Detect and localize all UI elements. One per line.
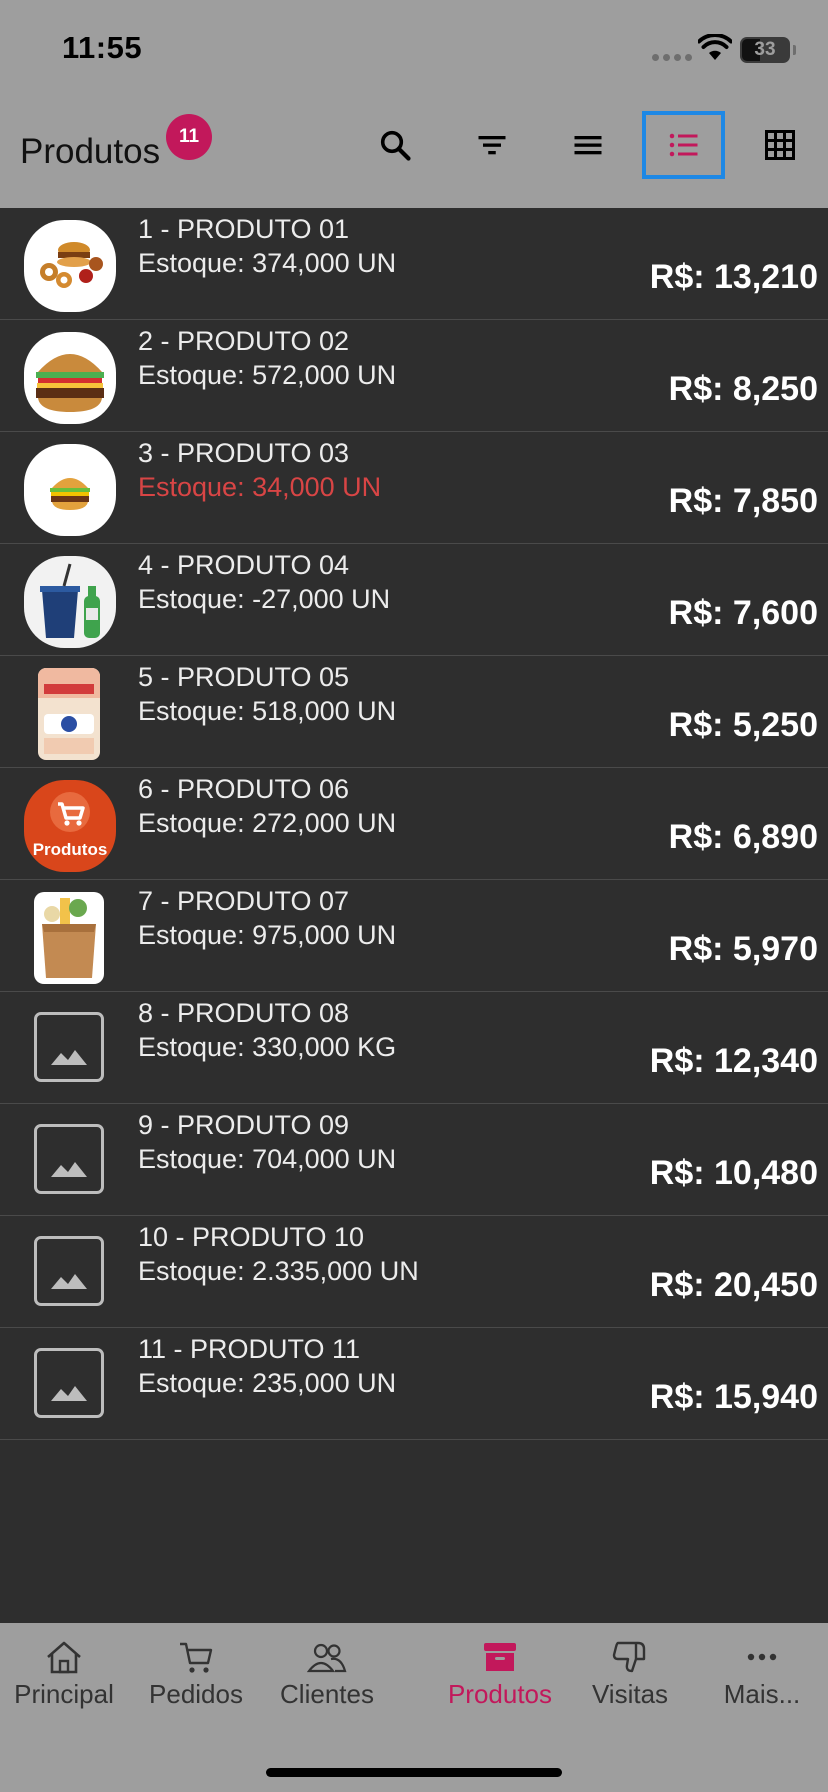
product-title: 3 - PRODUTO 03	[138, 438, 350, 468]
menu-icon	[574, 136, 602, 155]
home-icon	[47, 1641, 81, 1674]
product-row[interactable]: 9 - PRODUTO 09 Estoque: 704,000 UN R$: 1…	[0, 1104, 828, 1216]
bottom-navigation: Principal Pedidos Clientes Produtos Visi…	[0, 1623, 828, 1792]
product-stock: Estoque: 975,000 UN	[138, 920, 397, 950]
combo-meal-image	[24, 220, 116, 312]
app-bar: Produtos 11	[0, 96, 828, 208]
product-count-badge: 11	[166, 114, 212, 160]
product-title: 7 - PRODUTO 07	[138, 886, 350, 916]
product-title: 6 - PRODUTO 06	[138, 774, 350, 804]
drinks-image	[24, 556, 116, 648]
product-stock: Estoque: 704,000 UN	[138, 1144, 397, 1174]
product-stock: Estoque: 2.335,000 UN	[138, 1256, 419, 1286]
burger-image	[24, 332, 116, 424]
product-stock: Estoque: 518,000 UN	[138, 696, 397, 726]
product-row[interactable]: 4 - PRODUTO 04 Estoque: -27,000 UN R$: 7…	[0, 544, 828, 656]
nav-label: Principal	[14, 1679, 114, 1709]
grid-icon	[765, 130, 795, 160]
product-title: 1 - PRODUTO 01	[138, 214, 350, 244]
battery-level: 33	[754, 39, 776, 60]
image-placeholder-icon	[34, 1348, 104, 1418]
nav-label: Pedidos	[149, 1679, 243, 1709]
nav-label: Clientes	[280, 1679, 374, 1709]
menu-button[interactable]	[548, 112, 628, 178]
produtos-logo-image: Produtos	[24, 780, 116, 872]
product-price: R$: 10,480	[649, 1154, 818, 1192]
product-title: 9 - PRODUTO 09	[138, 1110, 350, 1140]
nav-pedidos[interactable]: Pedidos	[146, 1639, 246, 1710]
grid-view-button[interactable]	[740, 112, 820, 178]
product-title: 8 - PRODUTO 08	[138, 998, 350, 1028]
image-placeholder-icon	[34, 1012, 104, 1082]
product-title: 2 - PRODUTO 02	[138, 326, 350, 356]
product-stock: Estoque: 572,000 UN	[138, 360, 397, 390]
users-icon	[307, 1643, 347, 1673]
nav-clientes[interactable]: Clientes	[276, 1639, 378, 1710]
product-row[interactable]: Produtos 6 - PRODUTO 06 Estoque: 272,000…	[0, 768, 828, 880]
product-title: 10 - PRODUTO 10	[138, 1222, 365, 1252]
filter-icon	[478, 136, 506, 155]
product-row[interactable]: 8 - PRODUTO 08 Estoque: 330,000 KG R$: 1…	[0, 992, 828, 1104]
nav-mais[interactable]: Mais...	[714, 1639, 810, 1710]
cellular-signal-icon	[652, 54, 692, 61]
nav-label: Visitas	[591, 1679, 669, 1709]
nav-label: Mais...	[723, 1679, 801, 1709]
grocery-bag-image	[34, 892, 104, 984]
nav-produtos[interactable]: Produtos	[438, 1639, 562, 1710]
more-icon	[747, 1653, 777, 1661]
product-row[interactable]: 5 - PRODUTO 05 Estoque: 518,000 UN R$: 5…	[0, 656, 828, 768]
product-row[interactable]: 7 - PRODUTO 07 Estoque: 975,000 UN R$: 5…	[0, 880, 828, 992]
product-row[interactable]: 1 - PRODUTO 01 Estoque: 374,000 UN R$: 1…	[0, 208, 828, 320]
status-bar: 11:55 33	[0, 0, 828, 96]
product-stock: Estoque: -27,000 UN	[138, 584, 391, 614]
product-stock: Estoque: 235,000 UN	[138, 1368, 397, 1398]
product-row[interactable]: 3 - PRODUTO 03 Estoque: 34,000 UN R$: 7,…	[0, 432, 828, 544]
image-placeholder-icon	[34, 1236, 104, 1306]
wifi-icon	[698, 34, 732, 60]
product-price: R$: 20,450	[649, 1266, 818, 1304]
page-title: Produtos	[20, 132, 161, 171]
cart-icon	[180, 1642, 213, 1673]
nav-principal[interactable]: Principal	[12, 1639, 116, 1710]
product-row[interactable]: 10 - PRODUTO 10 Estoque: 2.335,000 UN R$…	[0, 1216, 828, 1328]
product-row[interactable]: 2 - PRODUTO 02 Estoque: 572,000 UN R$: 8…	[0, 320, 828, 432]
product-price: R$: 5,250	[668, 706, 818, 744]
home-indicator[interactable]	[266, 1768, 562, 1777]
product-title: 4 - PRODUTO 04	[138, 550, 350, 580]
list-view-button[interactable]	[642, 111, 725, 179]
image-placeholder-icon	[34, 1124, 104, 1194]
product-price: R$: 5,970	[668, 930, 818, 968]
nav-visitas[interactable]: Visitas	[584, 1639, 676, 1710]
product-price: R$: 13,210	[649, 258, 818, 296]
search-button[interactable]	[355, 112, 435, 178]
battery-icon: 33	[740, 37, 796, 63]
product-list: 1 - PRODUTO 01 Estoque: 374,000 UN R$: 1…	[0, 208, 828, 1440]
product-price: R$: 7,850	[668, 482, 818, 520]
product-row[interactable]: 11 - PRODUTO 11 Estoque: 235,000 UN R$: …	[0, 1328, 828, 1440]
search-icon	[380, 130, 411, 161]
small-burger-image	[24, 444, 116, 536]
filter-button[interactable]	[452, 112, 532, 178]
product-price: R$: 15,940	[649, 1378, 818, 1416]
paper-towels-image	[38, 668, 100, 760]
thumbs-down-icon	[612, 1641, 646, 1673]
box-icon	[484, 1643, 516, 1671]
nav-label: Produtos	[447, 1679, 553, 1709]
product-price: R$: 7,600	[668, 594, 818, 632]
product-price: R$: 12,340	[649, 1042, 818, 1080]
product-price: R$: 6,890	[668, 818, 818, 856]
product-title: 11 - PRODUTO 11	[138, 1334, 361, 1364]
product-title: 5 - PRODUTO 05	[138, 662, 350, 692]
status-time: 11:55	[62, 30, 143, 65]
product-price: R$: 8,250	[668, 370, 818, 408]
product-stock: Estoque: 34,000 UN	[138, 472, 382, 502]
product-stock: Estoque: 330,000 KG	[138, 1032, 397, 1062]
logo-text: Produtos	[33, 840, 108, 859]
list-icon	[669, 133, 697, 157]
product-stock: Estoque: 272,000 UN	[138, 808, 397, 838]
product-stock: Estoque: 374,000 UN	[138, 248, 397, 278]
